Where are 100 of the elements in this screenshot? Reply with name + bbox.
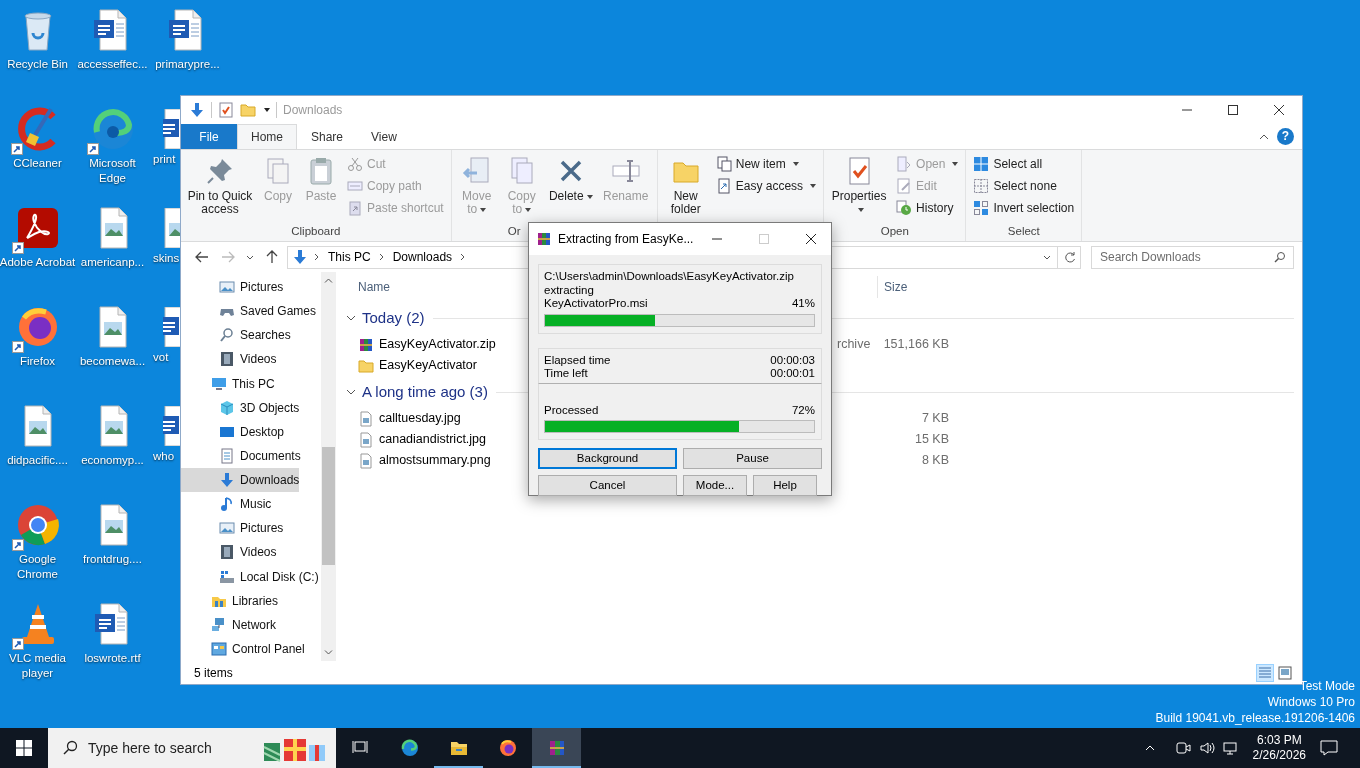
chevron-down-icon [1043, 254, 1051, 260]
breadcrumb[interactable]: Downloads [390, 248, 455, 266]
nav-item[interactable]: Music [181, 492, 272, 517]
ribbon-button[interactable]: New folder [661, 153, 710, 218]
column-header[interactable]: Size [877, 276, 956, 298]
desktop-icon[interactable]: didpacific.... [7, 402, 68, 468]
desktop-icon[interactable]: VLC media player [0, 600, 76, 681]
dialog-button[interactable]: Background [538, 448, 677, 469]
view-button[interactable] [1276, 663, 1294, 682]
ribbon-button[interactable]: Invert selection [970, 197, 1078, 219]
help-button[interactable]: ? [1277, 128, 1294, 145]
checklist-icon [218, 102, 234, 118]
desktop-icon[interactable]: CCleaner [13, 105, 62, 171]
file-name[interactable]: almostsummary.png [379, 451, 491, 470]
nav-item[interactable]: Documents [181, 443, 301, 468]
cube-icon [219, 399, 235, 416]
desktop-icon[interactable]: primarypre... [155, 6, 220, 72]
breadcrumb[interactable]: This PC [326, 248, 373, 266]
window-title: Downloads [283, 102, 343, 119]
ribbon-button[interactable]: History [893, 197, 962, 219]
nav-item[interactable]: Network [181, 612, 276, 637]
chevron-right-icon [378, 253, 385, 261]
ribbon-button[interactable]: New item [712, 153, 820, 175]
volume-icon [1198, 740, 1215, 756]
group-header[interactable]: A long time ago (3) [362, 380, 488, 404]
nav-item[interactable]: Videos [181, 540, 277, 565]
search-field[interactable]: Search Downloads [1091, 245, 1294, 269]
nav-item[interactable]: This PC [181, 371, 275, 396]
file-name[interactable]: EasyKeyActivator.zip [379, 335, 496, 354]
ribbon-button[interactable]: Easy access [712, 175, 820, 197]
nav-item[interactable]: Downloads [181, 468, 300, 492]
dialog-button[interactable]: Help [753, 475, 817, 496]
group-header[interactable]: Today (2) [362, 306, 425, 330]
file-name[interactable]: canadiandistrict.jpg [379, 430, 486, 449]
shortcut-icon [715, 178, 732, 194]
nav-item[interactable]: Saved Games [181, 299, 317, 324]
close-icon [805, 234, 816, 244]
maximize-icon [758, 234, 769, 244]
nav-item[interactable]: Searches [181, 323, 291, 348]
chevron-down-icon [346, 315, 356, 321]
desktop-icon[interactable]: becomewa... [79, 303, 146, 369]
ribbon-button[interactable]: Select all [970, 153, 1078, 175]
desktop-icon[interactable]: americanp... [80, 204, 145, 270]
dialog-button[interactable]: Cancel [538, 475, 677, 496]
ribbon-tab[interactable]: File [181, 124, 237, 149]
dialog-button[interactable]: Pause [683, 448, 822, 469]
desktop-icon[interactable]: Adobe Acrobat [0, 204, 76, 270]
ribbon-button[interactable]: Pin to Quick access [185, 153, 255, 218]
action-text: extracting [544, 283, 594, 297]
desktop-icon[interactable]: Firefox [13, 303, 62, 369]
stat-value: 00:00:01 [770, 367, 815, 381]
nav-item[interactable]: Local Disk (C:) [181, 564, 319, 589]
down-arrow-icon [219, 472, 235, 488]
file-size: 8 KB [921, 453, 949, 468]
desktop-icon[interactable]: Recycle Bin [7, 6, 68, 72]
nav-item[interactable]: Control Panel [181, 636, 305, 661]
chevron-up-icon [1144, 745, 1155, 751]
column-header[interactable]: Name [358, 280, 390, 294]
system-text: Windows 10 Pro [1266, 694, 1355, 710]
scroll-down-icon [324, 650, 333, 655]
nav-item[interactable]: Desktop [181, 419, 285, 444]
ribbon-tab[interactable]: Home [237, 124, 297, 149]
maximize-icon [1228, 105, 1238, 115]
group-label: Open [880, 225, 909, 237]
nav-item[interactable]: Pictures [181, 516, 284, 541]
nav-item[interactable]: 3D Objects [181, 395, 300, 420]
search-field[interactable]: Type here to search [48, 728, 336, 768]
ribbon-button[interactable]: Select none [970, 175, 1078, 197]
ribbon-tab[interactable]: Share [297, 124, 358, 149]
file-name[interactable]: EasyKeyActivator [379, 356, 477, 375]
desktop-icon[interactable]: Microsoft Edge [74, 105, 151, 186]
down-arrow-icon [292, 249, 308, 265]
caret-icon[interactable] [264, 108, 270, 112]
desktop-icon[interactable]: economyp... [81, 402, 144, 468]
stat-value: 00:00:03 [770, 353, 815, 367]
grid-icon [973, 178, 990, 194]
grid-icon [973, 200, 990, 216]
ribbon-button[interactable]: Delete [545, 153, 596, 205]
nav-item[interactable]: Libraries [181, 588, 279, 613]
desktop-icon[interactable]: frontdrug.... [83, 501, 142, 567]
desktop-icon[interactable]: loswrote.rtf [84, 600, 141, 666]
up-arrow-icon [266, 250, 278, 264]
ribbon-tab[interactable]: View [357, 124, 411, 149]
dialog-button[interactable]: Mode... [683, 475, 747, 496]
stat-label: Elapsed time [544, 353, 611, 367]
scrollbar[interactable] [321, 272, 336, 661]
nav-item[interactable]: Videos [181, 347, 277, 372]
image-icon [219, 279, 235, 295]
camera-icon [1174, 740, 1191, 756]
clock[interactable]: 6:03 PM 2/26/2026 [1246, 733, 1312, 763]
file-name[interactable]: calltuesday.jpg [379, 409, 461, 428]
group-label: Select [1007, 225, 1040, 237]
nav-item[interactable]: Pictures [181, 275, 284, 299]
notification-icon [1320, 740, 1338, 756]
ribbon-button[interactable]: Properties [828, 153, 891, 218]
edit-icon [896, 178, 913, 194]
desktop-icon[interactable]: accesseffec... [77, 6, 148, 72]
desktop-icon[interactable]: Google Chrome [0, 501, 76, 582]
music-note-icon [219, 496, 235, 513]
archive-path: C:\Users\admin\Downloads\EasyKeyActivator.zip [544, 270, 794, 284]
